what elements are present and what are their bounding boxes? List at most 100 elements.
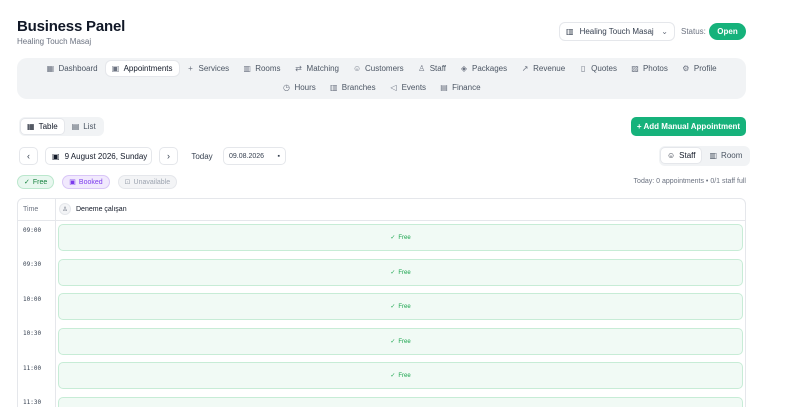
nav-item-branches[interactable]: ▥ Branches xyxy=(324,80,382,95)
check-icon: ✓ xyxy=(390,270,396,276)
user-check-icon: ♙ xyxy=(418,64,426,73)
schedule-grid: Time ♙ Deneme çalışan 09:00 ✓ Free 09:30 … xyxy=(17,198,746,407)
nav-item-finance[interactable]: ▤ Finance xyxy=(434,80,486,95)
nav-item-matching[interactable]: ⇄ Matching xyxy=(289,61,345,76)
legend: ✓ Free ▣ Booked ⊡ Unavailable xyxy=(17,175,178,189)
date-input-value: 09.08.2026 xyxy=(229,152,265,160)
staff-name: Deneme çalışan xyxy=(76,205,127,213)
view-list-button[interactable]: ▤ List xyxy=(66,119,102,134)
slot-free[interactable] xyxy=(58,397,743,407)
nav-item-revenue[interactable]: ↗ Revenue xyxy=(515,61,571,76)
row-time: 09:00 xyxy=(23,227,42,234)
legend-unavailable: ⊡ Unavailable xyxy=(117,175,178,189)
nav-item-customers[interactable]: ☺ Customers xyxy=(347,61,410,76)
calendar-icon: ▣ xyxy=(111,64,120,73)
nav-item-rooms[interactable]: ▥ Rooms xyxy=(237,61,286,76)
row-time: 10:30 xyxy=(23,330,42,337)
nav-item-profile[interactable]: ⚙ Profile xyxy=(676,61,723,76)
chevron-down-icon: ⌄ xyxy=(661,27,668,36)
row-time: 09:30 xyxy=(23,261,42,268)
slot-free[interactable]: ✓ Free xyxy=(58,362,743,389)
lock-icon: ⊡ xyxy=(124,179,131,186)
mode-room-button[interactable]: ▥ Room xyxy=(703,148,748,163)
megaphone-icon: ◁ xyxy=(390,83,397,92)
file-icon: ▯ xyxy=(580,64,586,73)
check-icon: ✓ xyxy=(24,179,30,186)
time-column-header: Time xyxy=(23,206,39,213)
mode-room-label: Room xyxy=(721,151,743,160)
nav-row-1: ▦ Dashboard ▣ Appointments + Services ▥ Room… xyxy=(17,61,746,76)
time-column-divider xyxy=(55,199,56,407)
nav-item-staff[interactable]: ♙ Staff xyxy=(412,61,452,76)
row-time: 10:00 xyxy=(23,296,42,303)
row-time: 11:30 xyxy=(23,399,42,406)
avatar: ♙ xyxy=(59,203,71,215)
nav-item-appointments[interactable]: ▣ Appointments xyxy=(105,61,179,76)
slot-free[interactable]: ✓ Free xyxy=(58,328,743,355)
nav-item-label: Staff xyxy=(429,64,446,73)
users-icon: ☺ xyxy=(667,151,676,160)
date-bar: ‹ ▣ 9 August 2026, Sunday › Today 09.08.… xyxy=(19,146,751,166)
date-input[interactable]: 09.08.2026 ▪ xyxy=(223,147,286,165)
mode-toggle: ☺ Staff ▥ Room xyxy=(659,146,751,166)
nav-item-hours[interactable]: ◷ Hours xyxy=(276,80,321,95)
date-display[interactable]: ▣ 9 August 2026, Sunday xyxy=(45,147,152,165)
nav-item-label: Photos xyxy=(642,64,668,73)
slot-label: Free xyxy=(398,338,411,345)
slot-free[interactable]: ✓ Free xyxy=(58,259,743,286)
prev-day-button[interactable]: ‹ xyxy=(19,147,38,165)
calendar-icon: ▣ xyxy=(52,151,60,161)
building-icon: ▥ xyxy=(330,83,338,92)
view-table-label: Table xyxy=(38,122,58,131)
slot-free[interactable]: ✓ Free xyxy=(58,224,743,251)
legend-unavailable-label: Unavailable xyxy=(133,178,171,186)
nav-item-quotes[interactable]: ▯ Quotes xyxy=(573,61,623,76)
chevron-left-icon: ‹ xyxy=(27,151,30,161)
nav-item-services[interactable]: + Services xyxy=(181,61,236,76)
nav-item-events[interactable]: ◁ Events xyxy=(384,80,432,95)
branch-select[interactable]: ▥ Healing Touch Masaj ⌄ xyxy=(559,22,675,41)
mode-staff-label: Staff xyxy=(679,151,696,160)
today-button[interactable]: Today xyxy=(187,147,217,165)
nav-item-label: Events xyxy=(401,83,427,92)
building-icon: ▥ xyxy=(243,64,251,73)
next-day-button[interactable]: › xyxy=(159,147,178,165)
package-icon: ◈ xyxy=(460,64,468,73)
nav-item-label: Dashboard xyxy=(58,64,98,73)
nav-item-label: Branches xyxy=(341,83,376,92)
chevron-right-icon: › xyxy=(167,151,170,161)
list-icon: ▤ xyxy=(71,122,80,131)
add-manual-appointment-button[interactable]: + Add Manual Appointment xyxy=(631,117,746,136)
nav-item-label: Finance xyxy=(452,83,481,92)
slot-label: Free xyxy=(398,303,411,310)
trending-icon: ↗ xyxy=(521,64,529,73)
page-title: Business Panel xyxy=(17,18,126,35)
nav-item-label: Quotes xyxy=(591,64,617,73)
check-icon: ✓ xyxy=(390,304,396,310)
legend-free: ✓ Free xyxy=(17,175,55,189)
mode-staff-button[interactable]: ☺ Staff xyxy=(661,148,702,163)
nav-item-dashboard[interactable]: ▦ Dashboard xyxy=(40,61,103,76)
nav-item-packages[interactable]: ◈ Packages xyxy=(454,61,513,76)
nav-row-2: ◷ Hours ▥ Branches ◁ Events ▤ Finance xyxy=(17,80,746,95)
status-label: Status: xyxy=(681,27,706,36)
nav-item-label: Profile xyxy=(693,64,717,73)
grid-icon: ▦ xyxy=(27,122,35,131)
branch-select-value: Healing Touch Masaj xyxy=(579,27,654,36)
legend-booked-label: Booked xyxy=(78,178,103,186)
nav-item-photos[interactable]: ▨ Photos xyxy=(625,61,674,76)
legend-free-label: Free xyxy=(32,178,48,186)
slot-label: Free xyxy=(398,269,411,276)
slot-label: Free xyxy=(398,372,411,379)
building-icon: ▥ xyxy=(566,27,574,36)
status-badge[interactable]: Open xyxy=(709,23,746,40)
check-icon: ✓ xyxy=(390,235,396,241)
building-icon: ▥ xyxy=(709,151,718,160)
view-table-button[interactable]: ▦ Table xyxy=(21,119,64,134)
row-time: 11:00 xyxy=(23,365,42,372)
nav-item-label: Revenue xyxy=(533,64,566,73)
slot-free[interactable]: ✓ Free xyxy=(58,293,743,320)
check-icon: ✓ xyxy=(390,339,396,345)
nav-item-label: Matching xyxy=(306,64,339,73)
nav-item-label: Appointments xyxy=(123,64,173,73)
